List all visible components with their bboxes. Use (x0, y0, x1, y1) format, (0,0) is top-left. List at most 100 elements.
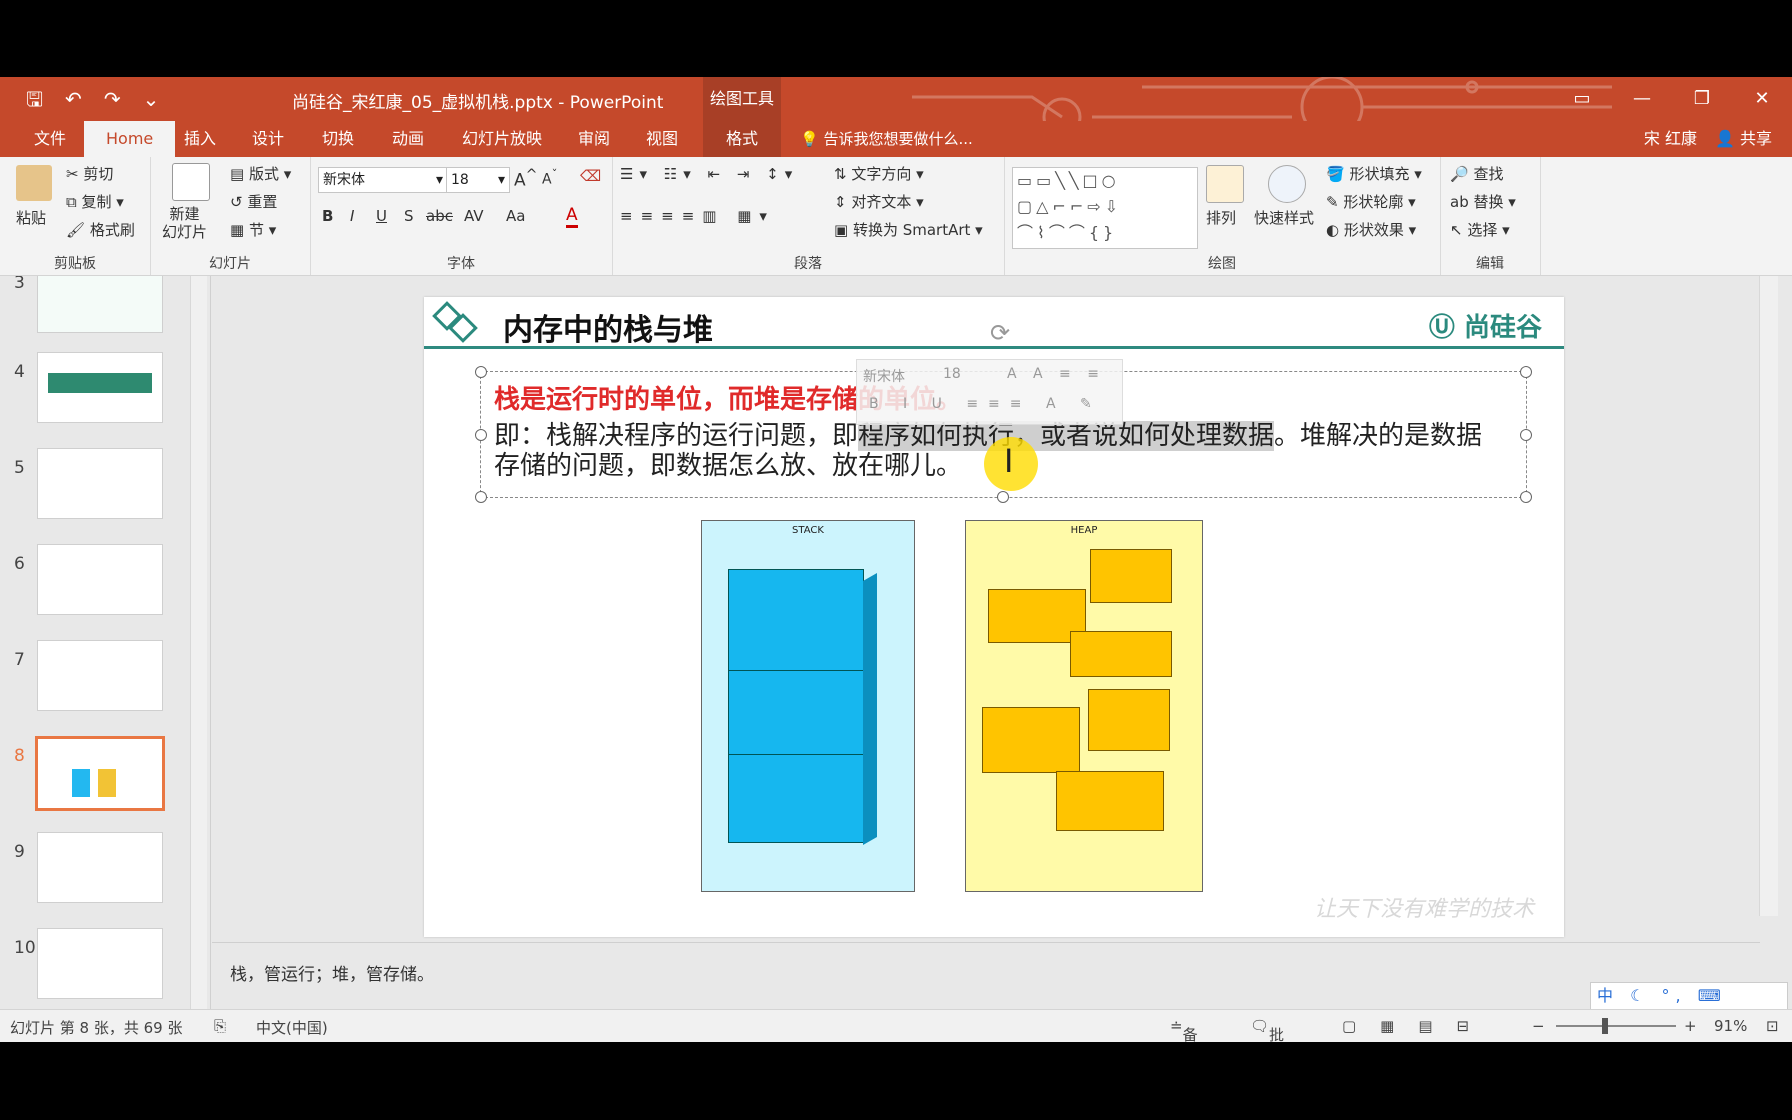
quick-styles-button[interactable]: 快速样式 (1254, 207, 1314, 228)
shapes-gallery[interactable]: ▭▭╲╲□○ ▢△⌐⌐⇨⇩ ⌒⌇⌒⌒{} (1012, 167, 1198, 249)
font-color-button[interactable]: A (566, 205, 578, 228)
tab-review[interactable]: 审阅 (564, 121, 624, 157)
tab-home[interactable]: Home (84, 121, 176, 157)
replace-button[interactable]: ab 替换 ▾ (1450, 191, 1516, 212)
cut-button[interactable]: ✂ 剪切 (66, 163, 113, 184)
save-icon[interactable]: 🖫 (20, 85, 49, 113)
slide-thumbnail[interactable] (37, 928, 163, 999)
slide-scrollbar[interactable] (1759, 276, 1778, 916)
ribbon-display-icon[interactable]: ▭ (1552, 77, 1612, 121)
paste-icon[interactable] (16, 165, 52, 201)
layout-button[interactable]: ▤ 版式 ▾ (230, 163, 291, 184)
shape-fill-button[interactable]: 🪣 形状填充 ▾ (1326, 163, 1422, 184)
align-buttons[interactable]: ≡≡≡≡▥ ▦▾ (620, 207, 775, 225)
tab-format[interactable]: 格式 (703, 121, 781, 157)
mini-font-name[interactable]: 新宋体 (863, 366, 905, 386)
tab-file[interactable]: 文件 (20, 121, 80, 157)
tell-me-box[interactable]: 💡 告诉我您想要做什么... (800, 121, 973, 157)
ime-toolbar[interactable]: 中 ☾ °, ⌨ (1590, 982, 1788, 1010)
format-painter-button[interactable]: 🖌 格式刷 (66, 219, 135, 240)
user-name[interactable]: 宋 红康 (1644, 121, 1697, 157)
font-name-combo[interactable]: 新宋体 ▾ (318, 167, 448, 193)
language[interactable]: 中文(中国) (256, 1017, 328, 1038)
redo-icon[interactable]: ↷ (98, 85, 127, 113)
slide-thumbnail[interactable] (37, 352, 163, 423)
spellcheck-icon[interactable]: ⎘ (214, 1017, 226, 1035)
comments-label: 批注 (1269, 1026, 1285, 1042)
arrange-button[interactable]: 排列 (1206, 207, 1236, 228)
rotate-handle-icon[interactable]: ⟳ (990, 319, 1010, 347)
underline-button[interactable]: U (376, 207, 387, 225)
resize-handle[interactable] (1520, 491, 1532, 503)
tab-design[interactable]: 设计 (238, 121, 298, 157)
slide-thumbnail[interactable] (37, 544, 163, 615)
mini-style-icons[interactable]: B I U ≡≡≡ A ✎ (869, 396, 1102, 412)
bold-button[interactable]: B (322, 207, 333, 225)
share-button[interactable]: 👤 共享 (1715, 121, 1772, 157)
zoom-level[interactable]: 91% (1714, 1017, 1747, 1035)
tab-transitions[interactable]: 切换 (308, 121, 368, 157)
italic-button[interactable]: I (350, 207, 354, 225)
shrink-font-button[interactable]: Aˇ (542, 167, 557, 188)
view-buttons[interactable]: ▢▦▤⊟ (1342, 1017, 1493, 1035)
slide-thumbnail-selected[interactable] (35, 736, 165, 811)
section-button[interactable]: ▦ 节 ▾ (230, 219, 276, 240)
new-slide-icon[interactable] (172, 163, 210, 201)
clear-format-icon[interactable]: ⌫ (580, 167, 601, 185)
close-button[interactable]: ✕ (1732, 77, 1792, 121)
smartart-button[interactable]: ▣ 转换为 SmartArt ▾ (834, 219, 983, 240)
thumb-number: 8 (14, 746, 25, 766)
mini-format-icons[interactable]: A A ≡ ≡ (1007, 366, 1105, 382)
resize-handle[interactable] (1520, 366, 1532, 378)
quick-styles-icon[interactable] (1268, 165, 1306, 203)
resize-handle[interactable] (475, 366, 487, 378)
zoom-thumb[interactable] (1602, 1018, 1608, 1034)
font-size-combo[interactable]: 18 ▾ (446, 167, 510, 193)
slide-thumbnail[interactable] (37, 448, 163, 519)
zoom-slider[interactable] (1556, 1025, 1676, 1027)
select-button[interactable]: ↖ 选择 ▾ (1450, 219, 1510, 240)
comments-button[interactable]: 🗨 批注 (1250, 1017, 1284, 1042)
tab-slideshow[interactable]: 幻灯片放映 (448, 121, 556, 157)
text-direction-button[interactable]: ⇅ 文字方向 ▾ (834, 163, 924, 184)
notes-button[interactable]: ≐ 备注 (1170, 1017, 1198, 1042)
new-slide-button[interactable]: 新建 幻灯片 (162, 205, 207, 241)
customize-icon[interactable]: ⌄ (137, 85, 166, 113)
tab-insert[interactable]: 插入 (170, 121, 230, 157)
tab-animations[interactable]: 动画 (378, 121, 438, 157)
slide-title[interactable]: 内存中的栈与堆 (503, 305, 713, 349)
slide-thumbnail[interactable] (37, 832, 163, 903)
slide-thumbnail[interactable] (37, 640, 163, 711)
resize-handle[interactable] (475, 429, 487, 441)
find-button[interactable]: 🔎 查找 (1450, 163, 1503, 184)
fit-slide-icon[interactable]: ⊡ (1766, 1017, 1779, 1035)
drawing-group: ▭▭╲╲□○ ▢△⌐⌐⇨⇩ ⌒⌇⌒⌒{} 排列 快速样式 🪣 形状填充 ▾ ✎ 形状… (1004, 157, 1441, 275)
resize-handle[interactable] (997, 491, 1009, 503)
notes-text[interactable]: 栈，管运行；堆，管存储。 (230, 960, 434, 985)
tab-view[interactable]: 视图 (632, 121, 692, 157)
copy-button[interactable]: ⧉ 复制 ▾ (66, 191, 124, 212)
restore-button[interactable]: ❐ (1672, 77, 1732, 121)
reset-button[interactable]: ↺ 重置 (230, 191, 277, 212)
strikethrough-button[interactable]: abc (426, 207, 453, 225)
minimize-button[interactable]: — (1612, 77, 1672, 121)
paste-button[interactable]: 粘贴 (16, 207, 46, 228)
resize-handle[interactable] (1520, 429, 1532, 441)
align-text-button[interactable]: ⇕ 对齐文本 ▾ (834, 191, 924, 212)
shape-outline-button[interactable]: ✎ 形状轮廓 ▾ (1326, 191, 1416, 212)
grow-font-button[interactable]: A^ (514, 167, 538, 191)
list-buttons[interactable]: ☰▾ ☷▾ ⇤ ⇥ ↕▾ (620, 165, 798, 183)
arrange-icon[interactable] (1206, 165, 1244, 203)
zoom-in-button[interactable]: + (1684, 1017, 1697, 1035)
mini-toolbar[interactable]: 新宋体 18 A A ≡ ≡ B I U ≡≡≡ A ✎ (856, 359, 1123, 425)
undo-icon[interactable]: ↶ (59, 85, 88, 113)
thumbnail-scrollbar[interactable] (190, 276, 207, 1016)
shadow-button[interactable]: S (404, 207, 414, 225)
zoom-out-button[interactable]: − (1532, 1017, 1545, 1035)
resize-handle[interactable] (475, 491, 487, 503)
mini-font-size[interactable]: 18 (943, 366, 961, 382)
change-case-button[interactable]: Aa (506, 207, 525, 225)
shape-effects-button[interactable]: ◐ 形状效果 ▾ (1326, 219, 1416, 240)
slide-thumbnail[interactable] (37, 276, 163, 333)
char-spacing-button[interactable]: AV (464, 207, 484, 225)
